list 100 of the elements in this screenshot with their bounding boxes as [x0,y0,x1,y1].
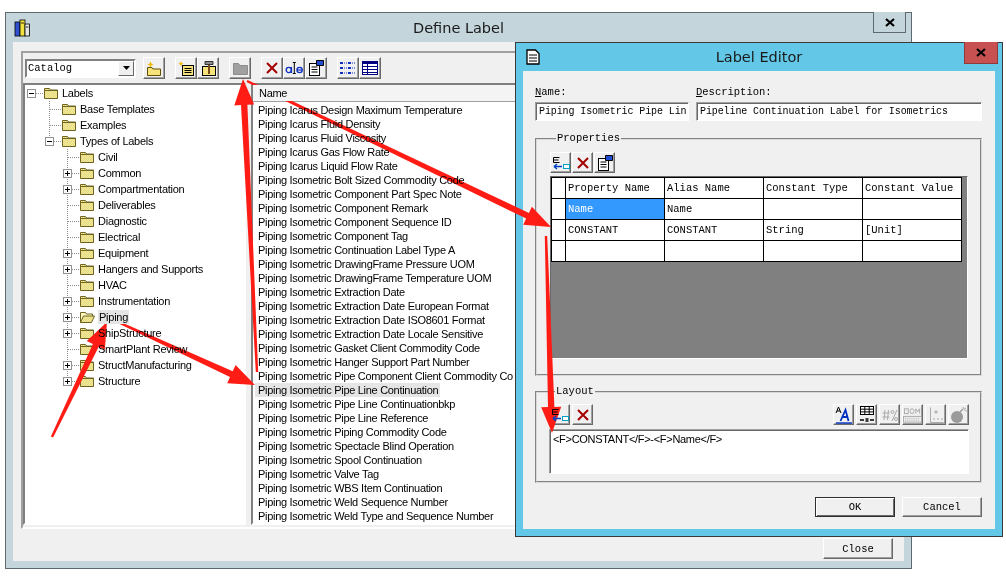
minus-box-icon[interactable] [27,88,36,98]
tree-item[interactable]: Structure [97,374,142,388]
name-field[interactable]: Piping Isometric Pipe Lin [535,102,689,121]
toolbar-button[interactable] [594,152,615,173]
tree-item[interactable]: Compartmentation [97,182,186,196]
toolbar-button[interactable] [856,404,877,425]
list-item[interactable]: Piping Isometric DrawingFrame Pressure UOM [255,257,477,271]
list-item[interactable]: Piping Isometric Hanger Support Part Number [255,355,472,369]
description-field[interactable]: Pipeline Continuation Label for Isometrics [696,102,982,121]
dialog-button[interactable]: Close [823,538,893,559]
plus-box-icon[interactable] [63,312,72,322]
tree-item[interactable]: Base Templates [79,102,156,116]
text-cursor-icon [285,61,303,75]
tree-item[interactable]: Electrical [97,230,142,244]
toolbar-button[interactable] [572,404,593,425]
list-item[interactable]: Piping Icarus Gas Flow Rate [255,145,392,159]
list-item[interactable]: Piping Icarus Liquid Flow Rate [255,159,400,173]
folder-icon [80,199,94,211]
dialog-button[interactable]: Cancel [902,497,982,517]
window-title: Define Label [412,19,505,36]
list-item[interactable]: Piping Isometric Gasket Client Commodity Code [255,341,482,355]
list-item[interactable]: Piping Isometric DrawingFrame Temperature UOM [255,271,494,285]
folder-icon [232,61,248,75]
toolbar-button[interactable] [833,404,854,425]
plus-box-icon[interactable] [63,248,72,258]
list-item[interactable]: Piping Isometric Weld Type and Sequence Number [255,509,496,523]
folder-icon [44,87,58,99]
tree-item[interactable]: Types of Labels [79,134,155,148]
close-icon [976,48,986,57]
list-item[interactable]: Piping Isometric Extraction Date ISO8601 Format [255,313,487,327]
tree-item[interactable]: HVAC [97,278,128,292]
toolbar-button[interactable] [337,57,359,79]
folder-icon [62,135,76,147]
axis-icon [927,406,944,423]
table-cell[interactable]: String [763,219,863,241]
list-item[interactable]: Piping Isometric Component Remark [255,201,430,215]
catalog-dropdown[interactable]: Catalog [25,58,136,78]
plus-box-icon[interactable] [63,184,72,194]
plus-box-icon[interactable] [63,328,72,338]
column-header[interactable]: Constant Type [763,177,863,199]
list-item[interactable]: Piping Isometric Pipe Line Continuation [255,383,441,397]
column-header[interactable]: Alias Name [664,177,764,199]
tree-item[interactable]: Hangers and Supports [97,262,205,276]
list-item[interactable]: Piping Isometric Extraction Date European Format [255,299,491,313]
tree-item[interactable]: Instrumentation [97,294,172,308]
tree-item[interactable]: StructManufacturing [97,358,193,372]
tree-item[interactable]: Deliverables [97,198,157,212]
plus-box-icon[interactable] [63,360,72,370]
toolbar-button[interactable] [550,152,571,173]
toolbar-button[interactable] [305,57,327,79]
tree-item[interactable]: Labels [61,86,94,100]
list-item[interactable]: Piping Isometric Continuation Label Type A [255,243,457,257]
layout-field[interactable]: <F>CONSTANT</F>-<F>Name</F> [549,429,969,474]
plus-box-icon[interactable] [63,376,72,386]
column-header[interactable]: Constant Value [862,177,962,199]
table-cell[interactable]: CONSTANT [565,219,665,241]
toolbar-button[interactable] [197,57,219,79]
list-item[interactable]: Piping Isometric Spectacle Blind Operation [255,439,456,453]
dialog-button[interactable]: OK [815,497,895,517]
list-item[interactable]: Piping Isometric Bolt Sized Commodity Code [255,173,467,187]
folder-sparkle-icon [146,60,162,76]
table-cell[interactable]: [Unit] [862,219,962,241]
toolbar-button[interactable] [143,57,165,79]
minus-box-icon[interactable] [45,136,54,146]
folder-icon [80,151,94,163]
toolbar-button[interactable] [359,57,381,79]
plus-box-icon[interactable] [63,296,72,306]
plus-box-icon[interactable] [63,168,72,178]
tree-item[interactable]: Piping [98,310,130,324]
table-cell[interactable]: Name [664,198,764,220]
list-item[interactable]: Piping Isometric Pipe Line Reference [255,411,431,425]
toolbar-button[interactable] [572,152,593,173]
list-item[interactable]: Piping Isometric Extraction Date Locale Sensitive [255,327,485,341]
toolbar-button[interactable] [261,57,283,79]
list-item[interactable]: Piping Isometric WBS Item Continuation [255,481,445,495]
list-item[interactable]: Piping Isometric Component Sequence ID [255,215,454,229]
column-header[interactable]: Property Name [565,177,665,199]
list-item[interactable]: Piping Isometric Valve Tag [255,467,381,481]
table-cell[interactable]: CONSTANT [664,219,764,241]
tree-item[interactable]: Diagnostic [97,214,148,228]
tree-item[interactable]: Equipment [97,246,150,260]
list-item[interactable]: Piping Isometric Component Tag [255,229,410,243]
group-label: Layout [555,385,595,398]
list-item[interactable]: Piping Isometric Pipe Component Client Commodity Co [255,369,515,383]
tree-item[interactable]: Examples [79,118,128,132]
column-header[interactable]: Name [253,85,515,101]
toolbar-button[interactable] [283,57,305,79]
folder-icon [80,327,94,339]
toolbar-button[interactable] [175,57,197,79]
list-item[interactable]: Piping Isometric Pipe Line Continuationbkp [255,397,458,411]
list-item[interactable]: Piping Isometric Piping Commodity Code [255,425,449,439]
list-item[interactable]: Piping Isometric Component Part Spec Note [255,187,464,201]
list-item[interactable]: Piping Isometric Spool Continuation [255,453,424,467]
close-button[interactable] [873,12,906,33]
tree-item[interactable]: Civil [97,150,119,164]
plus-box-icon[interactable] [63,264,72,274]
list-item[interactable]: Piping Isometric Weld Sequence Number [255,495,450,509]
tree-item[interactable]: Common [97,166,143,180]
list-item[interactable]: Piping Isometric Extraction Date [255,285,407,299]
group-label: Properties [556,132,621,145]
